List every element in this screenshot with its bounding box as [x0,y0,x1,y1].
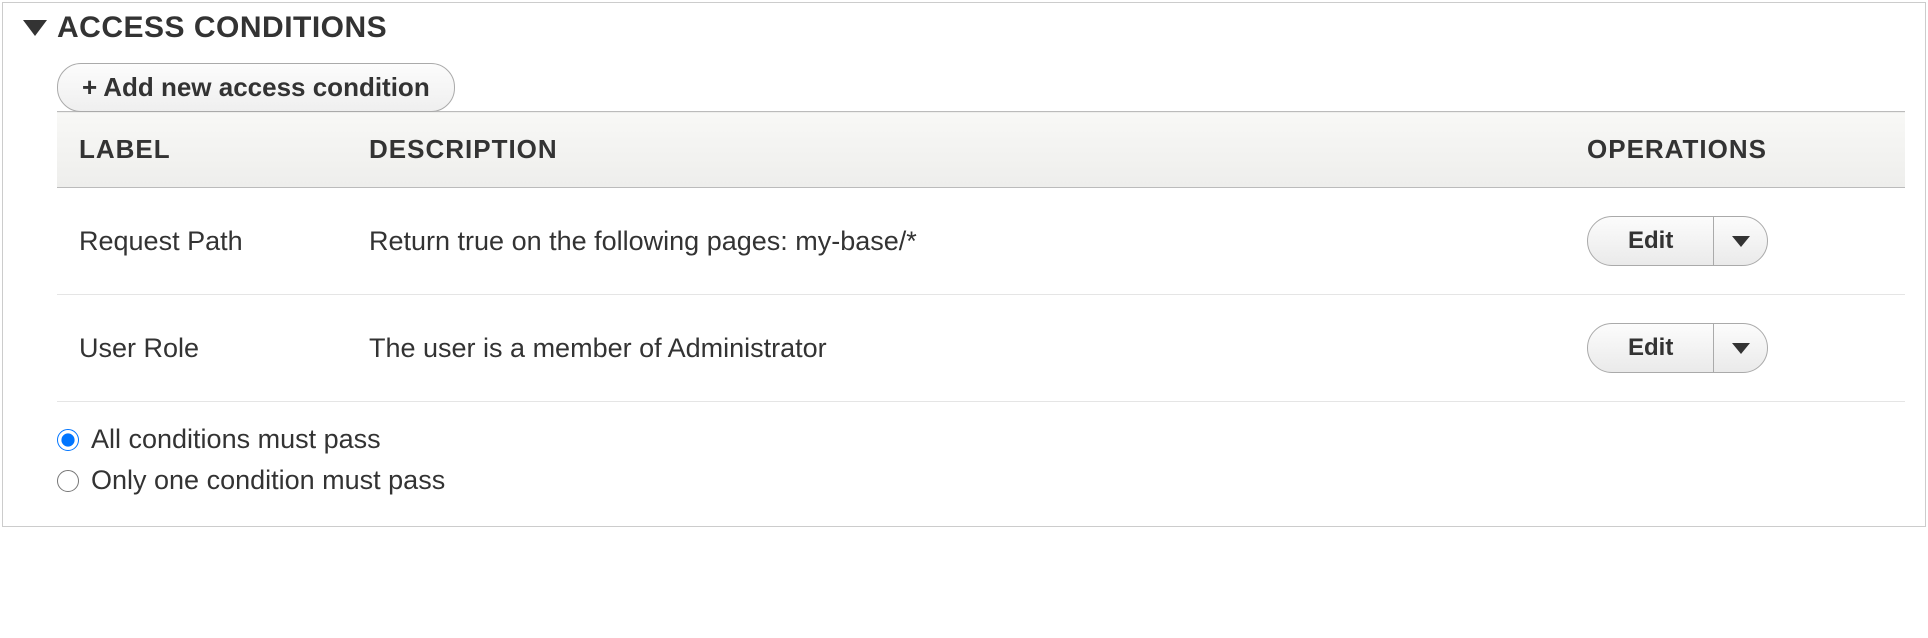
fieldset-toggle[interactable]: ACCESS CONDITIONS [23,11,1905,45]
condition-label: Request Path [57,188,347,295]
access-conditions-fieldset: ACCESS CONDITIONS + Add new access condi… [2,2,1926,527]
condition-logic-group: All conditions must pass Only one condit… [57,424,1905,496]
operations-dropdown-toggle[interactable] [1713,324,1767,372]
table-row: User Role The user is a member of Admini… [57,295,1905,402]
operations-dropdown-toggle[interactable] [1713,217,1767,265]
chevron-down-icon [1732,343,1750,354]
condition-description: The user is a member of Administrator [347,295,1565,402]
edit-button[interactable]: Edit [1588,324,1713,372]
add-access-condition-button[interactable]: + Add new access condition [57,63,455,112]
table-header-operations: OPERATIONS [1565,112,1905,188]
triangle-down-icon [23,20,47,36]
plus-icon: + [82,72,97,103]
condition-description: Return true on the following pages: my-b… [347,188,1565,295]
condition-operations: Edit [1565,295,1905,402]
chevron-down-icon [1732,236,1750,247]
fieldset-content: + Add new access condition LABEL DESCRIP… [23,63,1905,496]
table-row: Request Path Return true on the followin… [57,188,1905,295]
conditions-table: LABEL DESCRIPTION OPERATIONS Request Pat… [57,111,1905,402]
radio-option-all: All conditions must pass [57,424,1905,455]
condition-operations: Edit [1565,188,1905,295]
edit-button[interactable]: Edit [1588,217,1713,265]
operations-dropbutton: Edit [1587,216,1768,266]
radio-one-condition[interactable] [57,470,79,492]
radio-option-one: Only one condition must pass [57,465,1905,496]
table-header-label: LABEL [57,112,347,188]
condition-label: User Role [57,295,347,402]
radio-all-label[interactable]: All conditions must pass [91,424,381,455]
table-header-row: LABEL DESCRIPTION OPERATIONS [57,112,1905,188]
radio-all-conditions[interactable] [57,429,79,451]
table-header-description: DESCRIPTION [347,112,1565,188]
add-button-label: Add new access condition [103,72,430,103]
operations-dropbutton: Edit [1587,323,1768,373]
section-title: ACCESS CONDITIONS [57,11,387,45]
radio-one-label[interactable]: Only one condition must pass [91,465,445,496]
